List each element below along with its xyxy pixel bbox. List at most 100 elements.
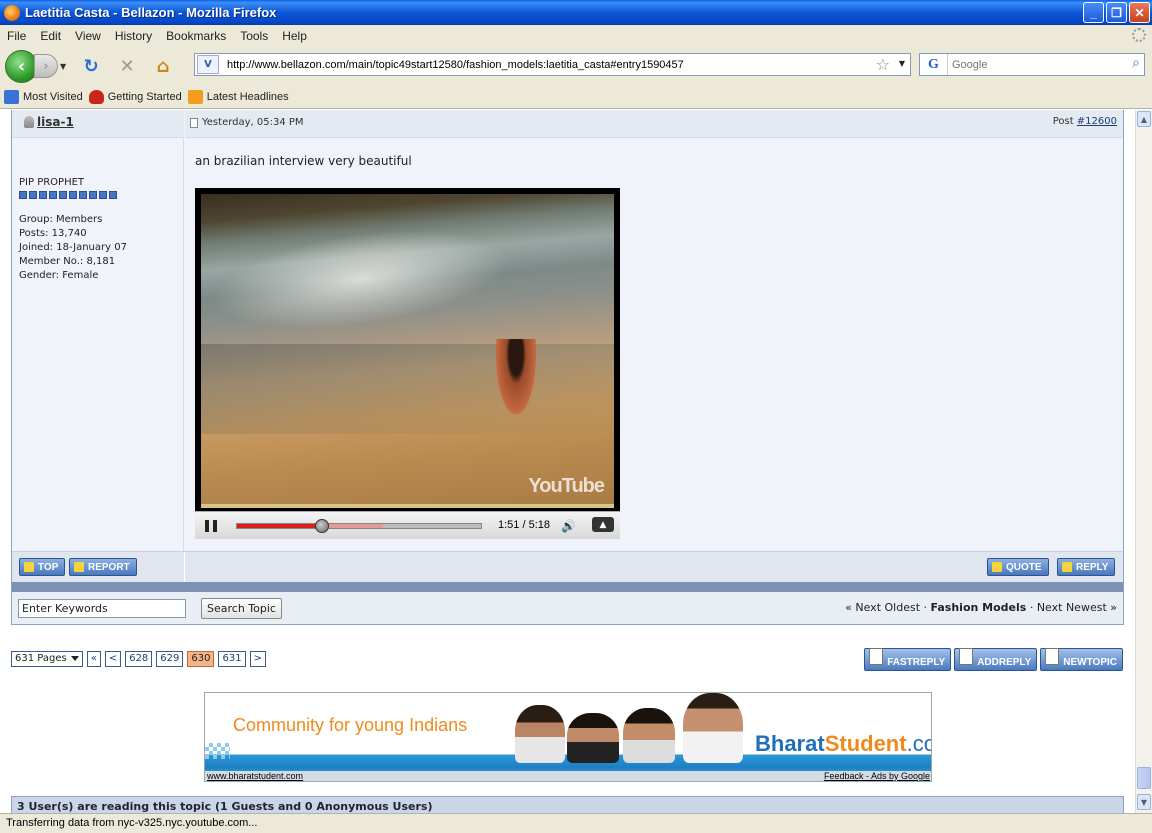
ad-site-link[interactable]: www.bharatstudent.com — [207, 771, 303, 781]
keywords-input[interactable] — [18, 599, 186, 618]
page-link[interactable]: 628 — [125, 650, 153, 667]
post-document-icon — [190, 117, 198, 128]
window-title-bar[interactable]: Laetitia Casta - Bellazon - Mozilla Fire… — [0, 0, 1152, 25]
video-bottom-strip — [201, 504, 614, 508]
post-username[interactable]: lisa-1 — [24, 115, 74, 129]
post-number-label: Post — [1052, 116, 1077, 127]
next-oldest-link[interactable]: « Next Oldest · — [845, 601, 930, 614]
current-page: 630 — [187, 650, 215, 667]
forward-button[interactable]: › — [34, 54, 58, 78]
rank-pip — [39, 191, 47, 199]
bookmark-label: Getting Started — [107, 91, 182, 103]
menu-edit[interactable]: Edit — [40, 29, 61, 43]
post-separator-bar — [12, 582, 1123, 592]
navigation-toolbar: ‹ › ▼ ↻ ✕ ⌂ V http://www.bellazon.com/ma… — [0, 46, 1152, 86]
bookmark-most-visited[interactable]: Most Visited — [4, 90, 83, 104]
post-timestamp: Yesterday, 05:34 PM — [190, 117, 304, 128]
post-body-text: an brazilian interview very beautiful — [195, 154, 412, 168]
reload-icon[interactable]: ↻ — [80, 55, 102, 77]
address-bar[interactable]: V http://www.bellazon.com/main/topic49st… — [194, 53, 911, 76]
ad-brand-part-c: .com — [906, 731, 931, 756]
fast-reply-label: FASTREPLY — [887, 657, 946, 668]
rss-feed-icon — [187, 90, 203, 104]
menu-history[interactable]: History — [115, 29, 152, 43]
quote-button[interactable]: QUOTE — [987, 558, 1049, 576]
pages-dropdown[interactable]: 631 Pages — [11, 650, 83, 667]
menu-help[interactable]: Help — [282, 29, 307, 43]
report-button[interactable]: REPORT — [69, 558, 137, 576]
search-topic-button[interactable]: Search Topic — [201, 598, 282, 619]
next-page-button[interactable]: > — [249, 650, 266, 667]
video-played — [237, 524, 323, 528]
add-reply-button[interactable]: ADDREPLY — [954, 648, 1038, 671]
prev-page-button[interactable]: < — [104, 650, 122, 667]
address-input[interactable]: http://www.bellazon.com/main/topic49star… — [227, 59, 684, 71]
ad-brand-logo[interactable]: BharatStudent.com — [755, 731, 931, 757]
youtube-video-player[interactable]: YouTube 1:51 / 5:18 🔊 ▲ — [195, 188, 620, 539]
video-wet-sand — [201, 344, 614, 434]
page-viewport: lisa-1 Yesterday, 05:34 PM Post #12600 P… — [0, 110, 1135, 813]
address-dropdown-icon[interactable]: ▼ — [899, 59, 905, 68]
search-engine-google-icon[interactable]: G — [920, 54, 948, 75]
page-link[interactable]: 629 — [156, 650, 184, 667]
minimize-button[interactable]: _ — [1083, 2, 1104, 23]
ad-tagline[interactable]: Community for young Indians — [233, 715, 467, 736]
forum-name-link[interactable]: Fashion Models — [931, 601, 1027, 614]
volume-icon[interactable]: 🔊 — [561, 519, 576, 533]
throbber-icon — [1132, 28, 1146, 42]
topic-action-buttons: FASTREPLY ADDREPLY NEWTOPIC — [864, 648, 1123, 671]
new-topic-label: NEWTOPIC — [1063, 657, 1117, 668]
video-scrubber-handle[interactable] — [315, 519, 330, 533]
post-number-link[interactable]: #12600 — [1077, 116, 1117, 127]
new-topic-button[interactable]: NEWTOPIC — [1040, 648, 1123, 671]
stop-icon[interactable]: ✕ — [116, 55, 138, 77]
bookmark-latest-headlines[interactable]: Latest Headlines — [187, 90, 289, 104]
scroll-up-icon[interactable]: ▲ — [1137, 111, 1151, 127]
ad-footer: www.bharatstudent.com Feedback - Ads by … — [205, 771, 931, 781]
username-text: lisa-1 — [37, 115, 74, 129]
top-button[interactable]: TOP — [19, 558, 66, 576]
fast-reply-button[interactable]: FASTREPLY — [864, 648, 952, 671]
add-reply-icon — [959, 648, 974, 665]
search-input[interactable] — [952, 58, 1122, 71]
maximize-button[interactable]: ❐ — [1106, 2, 1127, 23]
ad-checker-pattern — [205, 743, 230, 759]
video-controls: 1:51 / 5:18 🔊 ▲ — [195, 511, 620, 539]
vertical-scrollbar[interactable]: ▲ ▼ — [1135, 110, 1152, 813]
close-button[interactable]: ✕ — [1129, 2, 1150, 23]
pause-icon[interactable] — [205, 519, 217, 532]
search-bar[interactable]: G ⌕ — [919, 53, 1145, 76]
video-frame[interactable]: YouTube — [201, 194, 614, 508]
new-topic-icon — [1045, 648, 1060, 665]
first-page-button[interactable]: « — [86, 650, 101, 667]
menu-view[interactable]: View — [75, 29, 101, 43]
bookmark-getting-started[interactable]: Getting Started — [88, 90, 182, 104]
bookmark-star-icon[interactable]: ☆ — [876, 55, 890, 74]
getting-started-icon — [88, 90, 104, 104]
expand-icon[interactable]: ▲ — [592, 517, 614, 532]
video-progress-bar[interactable] — [236, 519, 482, 533]
scrollbar-thumb[interactable] — [1137, 767, 1151, 789]
user-member-no: Member No.: 8,181 — [19, 256, 116, 267]
rank-pip — [89, 191, 97, 199]
youtube-watermark[interactable]: YouTube — [528, 475, 605, 498]
ad-banner[interactable]: Community for young Indians BharatStuden… — [204, 692, 932, 782]
user-info: PIP PROPHET Group: Members Posts: 13,740… — [19, 176, 127, 283]
history-dropdown-icon[interactable]: ▼ — [60, 62, 66, 71]
search-icon[interactable]: ⌕ — [1132, 55, 1140, 71]
forum-post: lisa-1 Yesterday, 05:34 PM Post #12600 P… — [11, 110, 1124, 625]
home-icon[interactable]: ⌂ — [152, 55, 174, 77]
menu-bookmarks[interactable]: Bookmarks — [166, 29, 226, 43]
scroll-down-icon[interactable]: ▼ — [1137, 794, 1151, 810]
topic-search-row: Search Topic « Next Oldest · Fashion Mod… — [12, 592, 1123, 624]
ad-feedback-link[interactable]: Feedback - Ads by Google — [824, 771, 930, 781]
exclamation-icon — [74, 562, 84, 572]
rank-pip — [69, 191, 77, 199]
menu-file[interactable]: File — [7, 29, 26, 43]
menu-tools[interactable]: Tools — [240, 29, 268, 43]
next-newest-link[interactable]: · Next Newest » — [1026, 601, 1117, 614]
arrow-up-icon — [24, 562, 34, 572]
reply-button[interactable]: REPLY — [1057, 558, 1116, 576]
site-identity-icon[interactable]: V — [197, 55, 219, 74]
page-link[interactable]: 631 — [218, 650, 246, 667]
